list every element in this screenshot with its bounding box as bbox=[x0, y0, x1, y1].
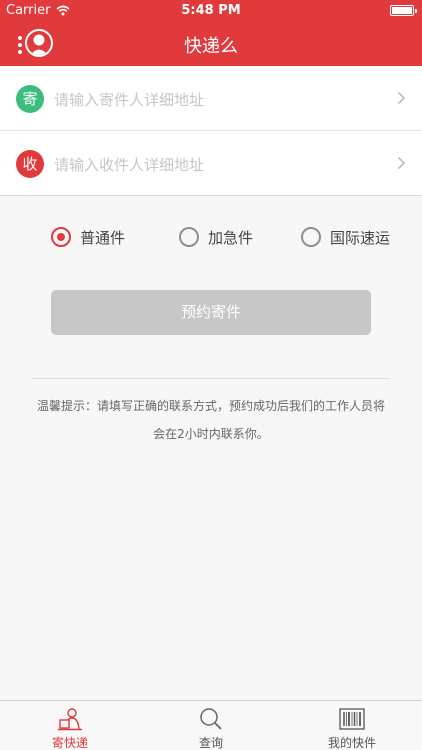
tab-label: 我的快件 bbox=[327, 736, 376, 750]
chevron-right-icon bbox=[397, 91, 406, 105]
nav-bar: 快递么 bbox=[0, 22, 422, 66]
top-bar: Carrier 5:48 PM 快递么 bbox=[0, 0, 422, 66]
chevron-right-icon bbox=[397, 156, 406, 170]
radio-circle bbox=[301, 227, 321, 247]
receiver-badge: 收 bbox=[16, 150, 44, 178]
radio-label: 国际速运 bbox=[330, 228, 391, 247]
radio-standard[interactable]: 普通件 bbox=[51, 222, 125, 252]
shipping-type-options: 普通件 加急件 国际速运 bbox=[0, 222, 422, 252]
address-section: 寄 请输入寄件人详细地址 收 请输入收件人详细地址 bbox=[0, 66, 422, 196]
status-bar: Carrier 5:48 PM bbox=[0, 0, 422, 22]
battery-icon bbox=[390, 5, 417, 16]
tab-label: 查询 bbox=[198, 736, 223, 750]
sender-address-row[interactable]: 寄 请输入寄件人详细地址 bbox=[0, 66, 422, 131]
radio-label: 加急件 bbox=[208, 228, 254, 247]
divider bbox=[32, 378, 390, 379]
receiver-address-placeholder: 请输入收件人详细地址 bbox=[54, 156, 205, 174]
sender-badge: 寄 bbox=[16, 85, 44, 113]
tip-line: 会在2小时内联系你。 bbox=[153, 427, 269, 441]
radio-circle bbox=[51, 227, 71, 247]
app-screen: Carrier 5:48 PM 快递么 寄 请输入寄件人详细地址 收 请输入收件… bbox=[0, 0, 422, 750]
tip-text: 温馨提示：请填写正确的联系方式，预约成功后我们的工作人员将 会在2小时内联系你。 bbox=[30, 392, 392, 448]
radio-international[interactable]: 国际速运 bbox=[301, 222, 390, 252]
radio-express[interactable]: 加急件 bbox=[179, 222, 253, 252]
tip-line: 温馨提示：请填写正确的联系方式，预约成功后我们的工作人员将 bbox=[36, 399, 385, 413]
tab-bar: 寄快递 查询 我的快件 bbox=[0, 700, 422, 750]
tab-query[interactable]: 查询 bbox=[141, 701, 281, 750]
tab-my-packages[interactable]: 我的快件 bbox=[282, 701, 422, 750]
receiver-address-row[interactable]: 收 请输入收件人详细地址 bbox=[0, 131, 422, 196]
search-icon bbox=[200, 708, 222, 730]
page-title: 快递么 bbox=[184, 36, 238, 57]
sender-address-placeholder: 请输入寄件人详细地址 bbox=[54, 91, 205, 109]
radio-circle bbox=[179, 227, 199, 247]
barcode-icon bbox=[339, 708, 365, 730]
status-time: 5:48 PM bbox=[181, 3, 241, 18]
book-shipment-button[interactable]: 预约寄件 bbox=[51, 290, 371, 335]
tab-label: 寄快递 bbox=[51, 736, 88, 750]
tab-send[interactable]: 寄快递 bbox=[0, 701, 140, 750]
courier-icon bbox=[58, 708, 82, 731]
radio-label: 普通件 bbox=[80, 228, 126, 247]
